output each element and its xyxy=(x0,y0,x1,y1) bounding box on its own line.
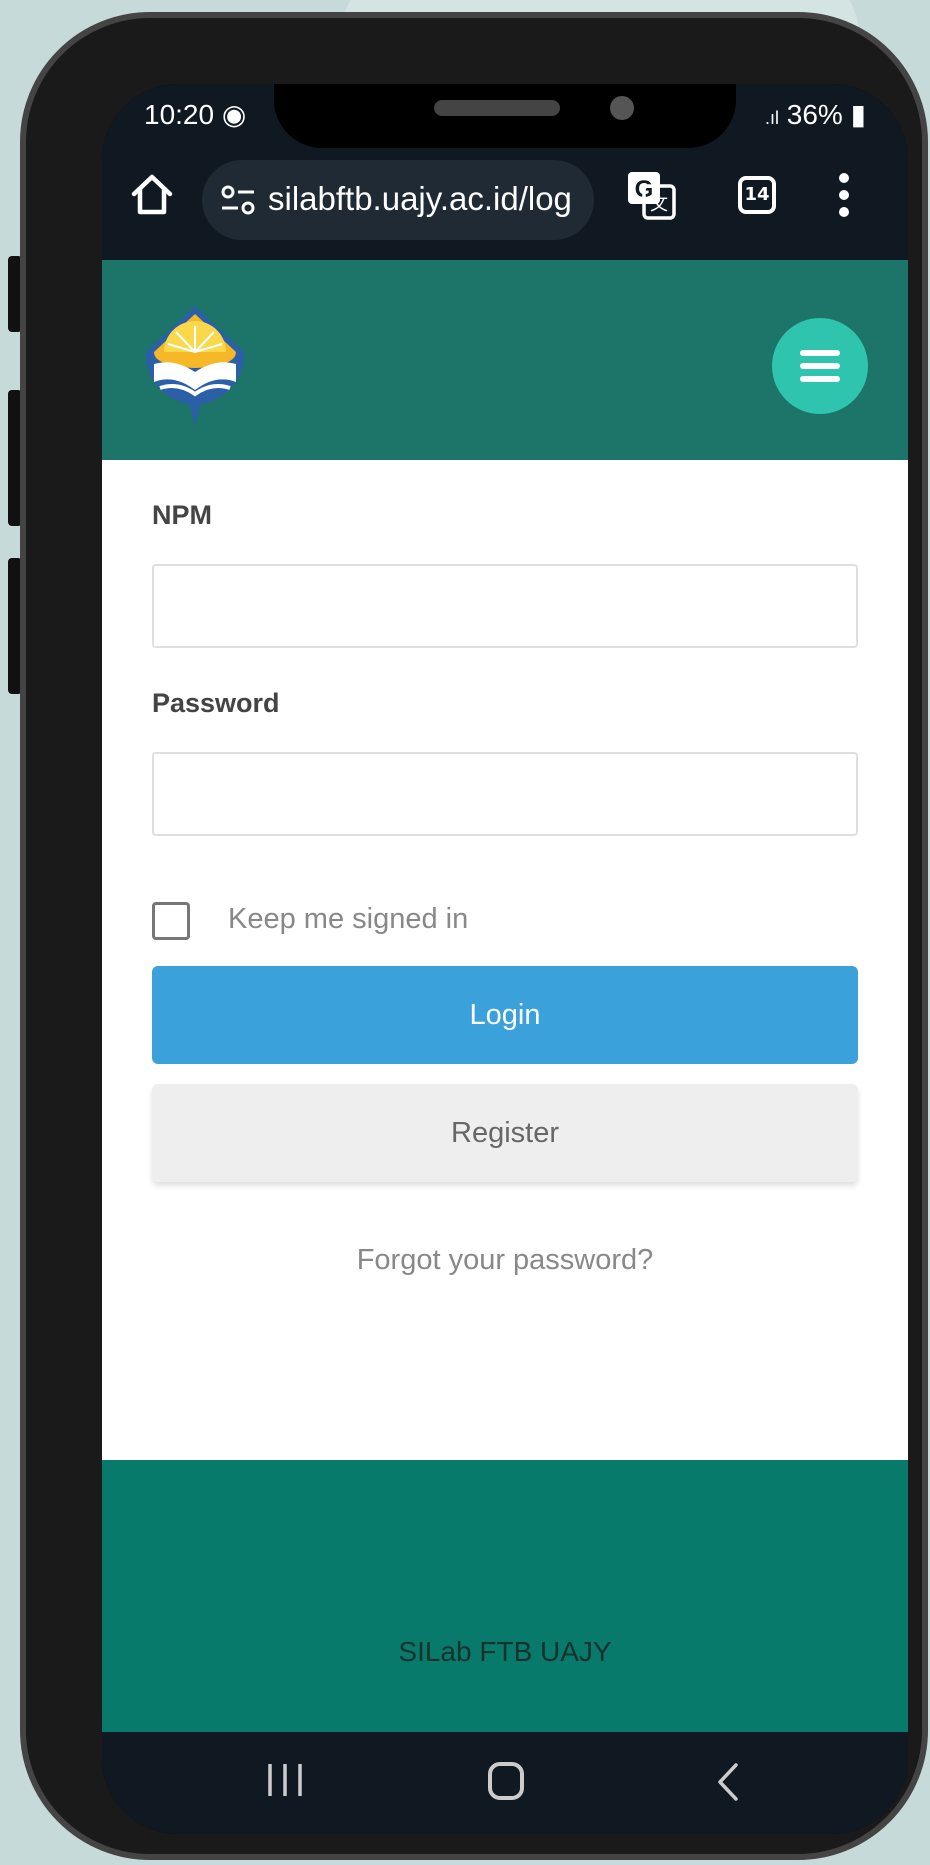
status-time: 10:20 ◉ xyxy=(144,98,246,131)
translate-icon[interactable]: G 文 xyxy=(626,170,676,220)
tab-count: 14 xyxy=(744,184,770,205)
tab-switcher-button[interactable]: 14 xyxy=(738,176,776,214)
keep-signed-in-checkbox[interactable] xyxy=(152,902,190,940)
forgot-password-link[interactable]: Forgot your password? xyxy=(102,1244,908,1277)
system-nav-bar xyxy=(102,1732,908,1834)
speaker-grille xyxy=(434,100,560,116)
sync-icon: ◉ xyxy=(221,99,247,130)
signal-icon: .ıl xyxy=(764,108,779,128)
phone-frame: 10:20 ◉ .ıl 36% ▮ silabftb.uajy.ac.id/lo… xyxy=(20,12,928,1860)
login-form: NPM Password Keep me signed in Login Reg… xyxy=(102,460,908,1460)
recent-apps-icon[interactable] xyxy=(266,1762,304,1798)
battery-percent: 36% xyxy=(786,99,843,130)
status-indicators: .ıl 36% ▮ xyxy=(765,98,866,131)
password-label: Password xyxy=(152,688,280,718)
front-camera xyxy=(610,96,634,120)
keep-signed-in-label[interactable]: Keep me signed in xyxy=(228,903,468,936)
more-options-icon[interactable] xyxy=(838,172,850,218)
nav-home-icon[interactable] xyxy=(488,1762,524,1800)
camera-notch xyxy=(274,84,736,148)
url-text: silabftb.uajy.ac.id/log xyxy=(268,180,572,217)
password-input[interactable] xyxy=(152,752,858,836)
university-logo[interactable] xyxy=(140,302,250,428)
menu-icon xyxy=(800,350,840,356)
battery-icon: ▮ xyxy=(850,99,866,130)
login-button[interactable]: Login xyxy=(152,966,858,1064)
npm-input[interactable] xyxy=(152,564,858,648)
browser-top-bar: 10:20 ◉ .ıl 36% ▮ silabftb.uajy.ac.id/lo… xyxy=(102,84,908,260)
site-header xyxy=(102,260,908,460)
menu-icon xyxy=(800,376,840,382)
register-button[interactable]: Register xyxy=(152,1084,858,1182)
menu-button[interactable] xyxy=(772,318,868,414)
svg-text:文: 文 xyxy=(650,194,668,215)
site-footer: SILab FTB UAJY xyxy=(102,1460,908,1732)
back-icon[interactable] xyxy=(716,1762,740,1802)
menu-icon xyxy=(800,363,840,369)
footer-text: SILab FTB UAJY xyxy=(398,1636,612,1667)
npm-label: NPM xyxy=(152,500,212,530)
status-time-text: 10:20 xyxy=(144,99,215,130)
phone-screen: 10:20 ◉ .ıl 36% ▮ silabftb.uajy.ac.id/lo… xyxy=(102,84,908,1834)
site-settings-icon[interactable] xyxy=(220,184,256,216)
home-icon[interactable] xyxy=(128,170,176,218)
address-bar[interactable]: silabftb.uajy.ac.id/log xyxy=(202,160,594,240)
